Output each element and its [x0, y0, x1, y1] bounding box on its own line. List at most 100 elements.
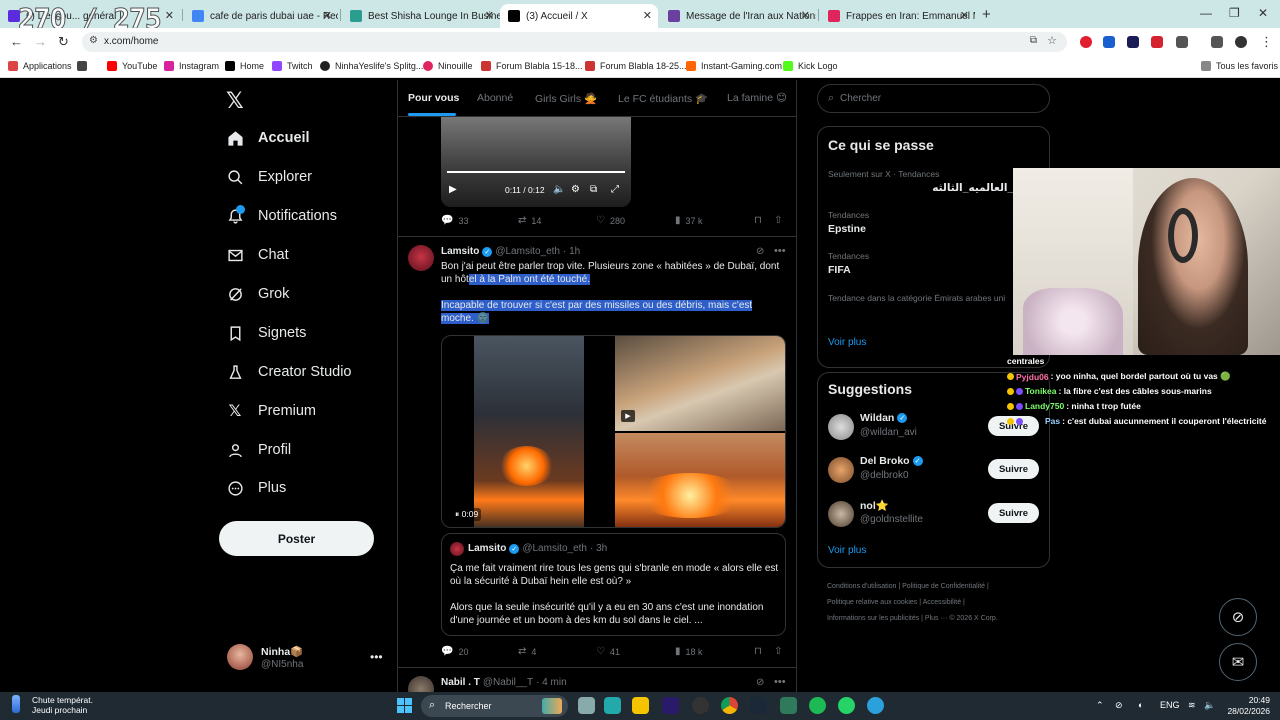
extension-icon[interactable]	[1103, 36, 1115, 48]
bookmark-item[interactable]: NinhaYeslife's Splitg...	[320, 61, 423, 71]
bookmark-item[interactable]: Instant-Gaming.com	[686, 61, 782, 71]
settings-icon[interactable]: ⚙	[571, 184, 580, 195]
footer-link[interactable]: Informations sur les publicités | Plus ·…	[827, 615, 1047, 622]
media-video[interactable]	[474, 336, 584, 527]
play-icon[interactable]: ▶	[449, 184, 457, 195]
grok-icon[interactable]: ⊘	[756, 677, 764, 688]
tab-abonne[interactable]: Abonné	[477, 92, 513, 104]
nav-premium[interactable]: 𝕏 Premium	[226, 396, 316, 426]
spotify-icon[interactable]	[809, 697, 826, 714]
nav-grok[interactable]: Grok	[226, 279, 289, 309]
system-clock[interactable]: 20:49 28/02/2026	[1218, 695, 1270, 717]
close-tab-icon[interactable]: ✕	[643, 9, 652, 22]
nav-chat[interactable]: Chat	[226, 240, 289, 270]
extensions-puzzle-icon[interactable]	[1176, 36, 1188, 48]
url-input[interactable]: ⚙ x.com/home ⧉ ☆	[82, 32, 1067, 52]
opera-extension-icon[interactable]	[1080, 36, 1092, 48]
suggestion-item[interactable]: nol⭐ @goldnstellite Suivre	[828, 499, 1040, 531]
bookmark-star-icon[interactable]: ☆	[1047, 34, 1057, 47]
share-button[interactable]: ⇧	[774, 646, 787, 657]
bookmark-item[interactable]: Twitch	[272, 61, 313, 71]
bookmark-item[interactable]: Forum Blabla 18-25...	[585, 61, 687, 71]
install-icon[interactable]: ⧉	[1030, 35, 1037, 46]
follow-button[interactable]: Suivre	[988, 459, 1039, 479]
avatar[interactable]	[408, 245, 434, 271]
tab-girls-girls[interactable]: Girls Girls 🙅	[535, 92, 597, 105]
obs-icon[interactable]	[692, 697, 709, 714]
extension-icon[interactable]	[1127, 36, 1139, 48]
tweet-handle[interactable]: @Nabil__T	[483, 677, 533, 688]
browser-tab[interactable]: Best Shisha Lounge In Business ✕	[342, 4, 500, 28]
nav-more[interactable]: Plus	[226, 473, 286, 503]
browser-menu-icon[interactable]: ⋮	[1260, 34, 1273, 50]
minimize-icon[interactable]: —	[1200, 6, 1212, 20]
close-window-icon[interactable]: ✕	[1258, 6, 1268, 20]
bookmark-item[interactable]: Applications	[8, 61, 72, 71]
bookmark-item[interactable]: Kick Logo	[783, 61, 838, 71]
bookmark-item[interactable]	[77, 61, 92, 71]
search-input[interactable]: ⌕ Chercher	[817, 84, 1050, 113]
tray-icon[interactable]: ◐	[1138, 700, 1143, 710]
tweet-handle[interactable]: @Lamsito_eth	[495, 246, 560, 257]
footer-link[interactable]: Politique relative aux cookies | Accessi…	[827, 599, 1047, 606]
x-logo[interactable]: 𝕏	[226, 88, 244, 114]
telegram-icon[interactable]	[867, 697, 884, 714]
browser-tab[interactable]: Frappes en Iran: Emmanuel Ma ✕	[820, 4, 975, 28]
retweet-button[interactable]: ⇄ 14	[518, 215, 541, 226]
tab-pour-vous[interactable]: Pour vous	[408, 92, 459, 104]
trend-item[interactable]: Tendance dans la catégorie Émirats arabe…	[828, 293, 1038, 318]
follow-button[interactable]: Suivre	[988, 503, 1039, 523]
show-more-link[interactable]: Voir plus	[828, 545, 866, 556]
close-tab-icon[interactable]: ✕	[960, 9, 969, 22]
close-tab-icon[interactable]: ✕	[801, 9, 810, 22]
reply-button[interactable]: 💬 33	[441, 215, 468, 226]
tweet-author[interactable]: Lamsito	[441, 246, 479, 257]
messages-floating-button[interactable]: ✉	[1219, 643, 1257, 681]
trend-item[interactable]: Seulement sur X · Tendances حرب_العالميه…	[828, 169, 1038, 194]
tray-icon[interactable]: ⊘	[1115, 700, 1123, 711]
video-player[interactable]: ▶ 0:11 / 0:12 🔈 ⚙ ⧉ ⤢	[441, 117, 631, 207]
taskbar-search[interactable]: ⌕ Rechercher	[421, 695, 568, 717]
retweet-button[interactable]: ⇄ 4	[518, 646, 536, 657]
forward-icon[interactable]: →	[34, 34, 47, 49]
close-tab-icon[interactable]: ✕	[485, 9, 494, 22]
tab-fc-etudiants[interactable]: Le FC étudiants 🎓	[618, 92, 708, 105]
wifi-icon[interactable]: ≋	[1188, 700, 1196, 711]
bookmark-item[interactable]: Home	[225, 61, 264, 71]
like-button[interactable]: ♡ 280	[596, 215, 625, 226]
steam-icon[interactable]	[750, 697, 767, 714]
tweet-time[interactable]: · 1h	[563, 246, 580, 257]
post-button[interactable]: Poster	[219, 521, 374, 556]
close-tab-icon[interactable]: ✕	[165, 9, 174, 22]
bookmark-item[interactable]: YouTube	[107, 61, 157, 71]
tray-chevron-icon[interactable]: ⌃	[1096, 700, 1104, 711]
suggestion-item[interactable]: Del Broko ✓ @delbrok0 Suivre	[828, 455, 1040, 487]
grok-floating-button[interactable]: ⊘	[1219, 598, 1257, 636]
tweet-author[interactable]: Nabil . T	[441, 677, 480, 688]
reply-button[interactable]: 💬 20	[441, 646, 468, 657]
tweet-media-grid[interactable]: ⏸ 0:09 ▶	[441, 335, 786, 528]
bookmark-item[interactable]: Forum Blabla 15-18...	[481, 61, 583, 71]
premiere-icon[interactable]	[662, 697, 679, 714]
bookmark-button[interactable]: ⊓	[754, 646, 767, 657]
share-button[interactable]: ⇧	[774, 215, 787, 226]
bookmark-item[interactable]: Ninouille	[423, 61, 473, 71]
task-view-icon[interactable]	[578, 697, 595, 714]
grok-icon[interactable]: ⊘	[756, 246, 764, 257]
like-button[interactable]: ♡ 41	[596, 646, 620, 657]
avatar[interactable]	[1235, 36, 1247, 48]
app-icon[interactable]	[780, 697, 797, 714]
widgets-icon[interactable]	[604, 697, 621, 714]
media-image[interactable]	[615, 336, 785, 431]
nav-bookmarks[interactable]: Signets	[226, 318, 306, 348]
new-tab-button[interactable]: +	[982, 6, 991, 23]
browser-tab[interactable]: Message de l'Iran aux Nations U ✕	[660, 4, 816, 28]
maximize-icon[interactable]: ❐	[1229, 6, 1240, 20]
nav-profile[interactable]: Profil	[226, 435, 291, 465]
avatar[interactable]	[408, 676, 434, 692]
media-image[interactable]	[615, 433, 785, 527]
browser-tab[interactable]: cafe de paris dubai uae - Reche ✕	[184, 4, 338, 28]
tab-la-famine[interactable]: La famine 😊	[727, 92, 787, 104]
views-stat[interactable]: ▮ 37 k	[675, 215, 703, 226]
more-dots-icon[interactable]: •••	[774, 245, 786, 257]
